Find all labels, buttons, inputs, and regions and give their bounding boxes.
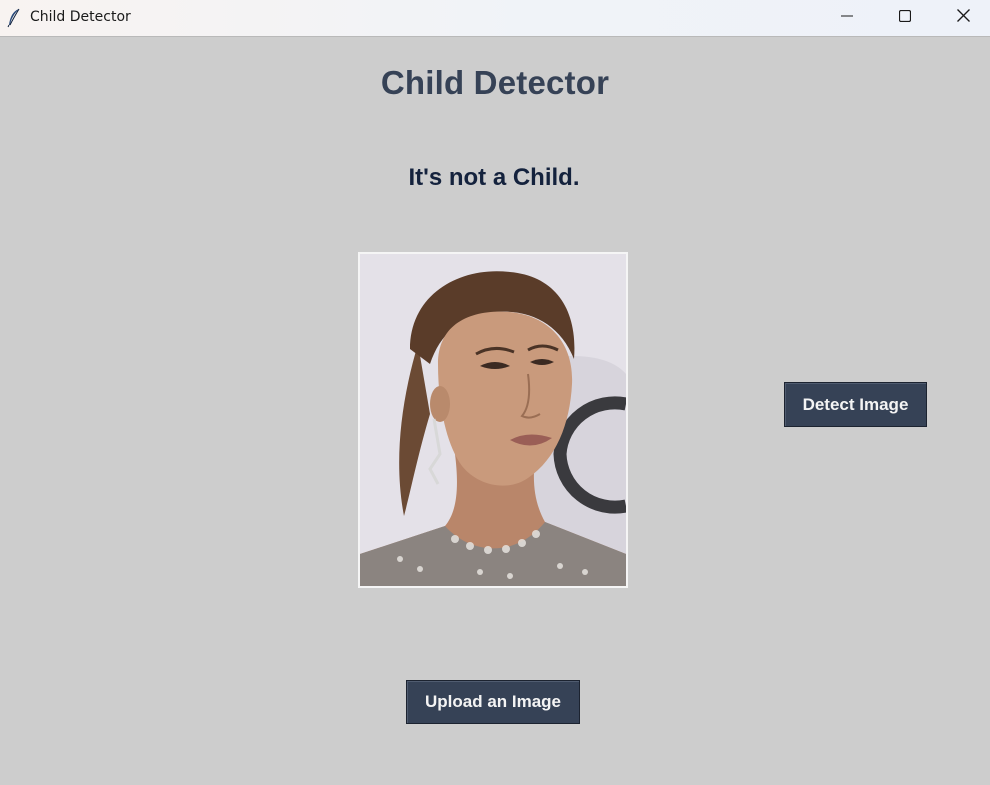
feather-icon <box>7 8 21 28</box>
minimize-icon <box>841 9 853 27</box>
close-icon <box>956 9 970 27</box>
uploaded-image <box>358 252 628 588</box>
title-bar[interactable]: Child Detector <box>0 0 990 37</box>
upload-image-button[interactable]: Upload an Image <box>406 680 580 724</box>
close-button[interactable] <box>934 0 990 36</box>
detection-result-label: It's not a Child. <box>408 164 580 191</box>
maximize-button[interactable] <box>876 0 934 36</box>
window-title: Child Detector <box>30 9 131 25</box>
page-title: Child Detector <box>380 64 610 101</box>
maximize-icon <box>898 9 912 27</box>
minimize-button[interactable] <box>818 0 876 36</box>
detect-image-button[interactable]: Detect Image <box>784 382 927 427</box>
